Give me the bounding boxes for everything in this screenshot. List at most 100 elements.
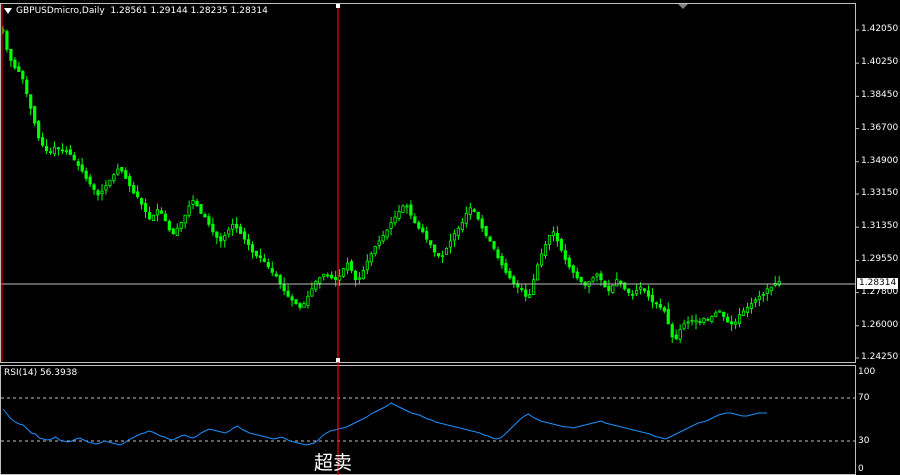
candle-body — [100, 190, 104, 195]
candle-body — [702, 317, 706, 323]
candle-body — [397, 211, 401, 219]
candle-body — [314, 281, 318, 290]
candle-body — [29, 94, 33, 109]
candle-body — [512, 276, 516, 284]
marker-handle-bottom[interactable] — [336, 358, 340, 362]
candle-body — [615, 279, 619, 287]
candle-body — [266, 261, 270, 268]
candle-body — [563, 250, 567, 260]
candle-body — [302, 303, 306, 308]
candle-body — [726, 316, 730, 323]
candle-body — [76, 161, 80, 166]
candle-body — [322, 273, 326, 277]
candle-body — [361, 270, 365, 280]
price-axis-label: 1.36700 — [861, 122, 899, 133]
candle-body — [765, 288, 769, 294]
candle-body — [92, 184, 96, 190]
rsi-level-0-label: 0 — [858, 464, 864, 474]
candle-body — [179, 222, 183, 229]
candle-body — [528, 294, 532, 298]
candle-body — [195, 200, 199, 207]
candle-body — [627, 288, 631, 293]
candle-body — [175, 227, 179, 236]
candle-body — [235, 223, 239, 229]
candle-body — [254, 250, 259, 257]
candle-body — [551, 231, 556, 237]
candle-body — [714, 312, 718, 317]
candle-body — [44, 145, 49, 152]
candle-body — [421, 227, 425, 233]
candle-body — [393, 216, 397, 224]
candle-body — [706, 318, 710, 321]
candle-body — [674, 334, 678, 340]
candle-body — [250, 244, 255, 253]
candle-body — [238, 226, 243, 235]
candle-body — [385, 229, 389, 238]
chart-canvas[interactable] — [0, 0, 900, 475]
candle-body — [349, 260, 354, 271]
dropdown-arrow-icon[interactable] — [4, 7, 12, 14]
current-price-tag: 1.28314 — [857, 278, 899, 289]
candle-body — [662, 307, 666, 312]
rsi-level-70-label: 70 — [858, 393, 870, 403]
candle-body — [749, 303, 754, 309]
marker-handle-top[interactable] — [336, 4, 340, 8]
candle-body — [337, 275, 342, 281]
candle-body — [607, 285, 611, 292]
candle-body — [13, 59, 17, 69]
candle-body — [646, 290, 651, 297]
candle-body — [642, 288, 647, 292]
candle-body — [143, 203, 148, 212]
candle-body — [484, 226, 488, 236]
candle-body — [167, 220, 171, 231]
price-axis-label: 1.38450 — [861, 90, 899, 101]
candle-body — [456, 227, 461, 236]
candle-body — [199, 204, 203, 214]
candle-body — [698, 321, 702, 324]
candle-body — [60, 149, 65, 152]
candle-body — [203, 214, 207, 218]
candle-body — [334, 276, 338, 281]
candle-body — [524, 289, 528, 297]
price-axis-label: 1.31350 — [861, 221, 899, 232]
candle-body — [52, 146, 57, 155]
candle-body — [520, 288, 524, 290]
candle-body — [37, 120, 41, 139]
candle-body — [310, 288, 314, 297]
price-axis-label: 1.33150 — [861, 188, 899, 198]
candle-body — [488, 236, 492, 242]
candle-body — [405, 205, 409, 208]
candle-body — [508, 271, 512, 279]
candle-body — [575, 271, 579, 279]
rsi-title: RSI(14) 56.3938 — [4, 368, 78, 378]
candle-body — [231, 224, 235, 230]
candle-body — [219, 236, 223, 242]
candle-body — [741, 310, 746, 317]
candle-body — [492, 241, 496, 249]
candle-body — [543, 244, 548, 257]
candle-body — [373, 246, 377, 255]
candle-body — [436, 253, 441, 257]
candle-body — [290, 296, 294, 301]
candle-body — [480, 218, 484, 229]
candle-body — [48, 151, 53, 154]
candle-body — [341, 268, 346, 277]
candle-body — [278, 275, 282, 284]
candle-body — [108, 179, 112, 186]
candle-body — [25, 79, 29, 94]
candle-body — [242, 231, 247, 240]
candle-body — [496, 249, 500, 258]
candle-body — [88, 176, 92, 185]
candle-body — [631, 293, 635, 296]
price-axis-label: 1.29550 — [861, 254, 899, 265]
candle-body — [128, 176, 132, 187]
candle-body — [139, 198, 144, 205]
candle-body — [171, 228, 175, 235]
candle-body — [429, 240, 433, 246]
candle-body — [686, 321, 690, 324]
price-axis-label: 1.24250 — [861, 352, 899, 362]
candle-body — [476, 211, 480, 220]
candle-body — [753, 299, 758, 303]
candle-body — [682, 323, 686, 329]
candle-body — [163, 213, 167, 222]
